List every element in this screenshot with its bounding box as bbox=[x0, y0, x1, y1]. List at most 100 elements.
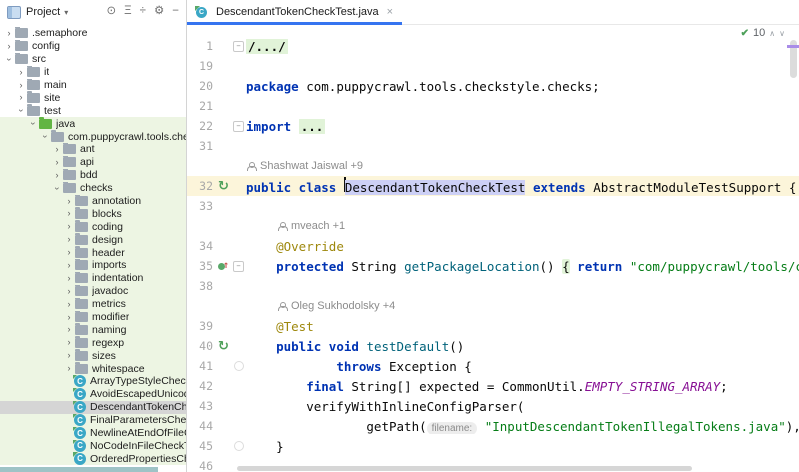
chevron-right-icon[interactable]: › bbox=[64, 197, 74, 206]
tree-item-test[interactable]: ›test bbox=[0, 104, 186, 117]
chevron-right-icon[interactable]: › bbox=[64, 248, 74, 257]
run-test-icon[interactable]: ↻ bbox=[218, 180, 229, 193]
tree-item-checks[interactable]: ›checks bbox=[0, 182, 186, 195]
chevron-right-icon[interactable]: › bbox=[64, 287, 74, 296]
tree-item-com-puppycrawl-tools-checkstyle[interactable]: ›com.puppycrawl.tools.checkstyle bbox=[0, 130, 186, 143]
chevron-right-icon[interactable]: › bbox=[64, 300, 74, 309]
code-author-inlay[interactable]: Oleg Sukhodolsky +4 bbox=[187, 296, 799, 316]
fold-marker-icon[interactable]: − bbox=[233, 261, 244, 272]
tab-descendanttokenchecktest[interactable]: C DescendantTokenCheckTest.java × bbox=[187, 0, 402, 24]
tree-item-annotation[interactable]: ›annotation bbox=[0, 195, 186, 208]
code-author-inlay[interactable]: Shashwat Jaiswal +9 bbox=[187, 156, 799, 176]
chevron-down-icon[interactable]: › bbox=[53, 183, 62, 193]
tree-item-regexp[interactable]: ›regexp bbox=[0, 336, 186, 349]
fold-zone: − bbox=[232, 121, 245, 132]
tree-item-label: ArrayTypeStyleCheckTest bbox=[90, 375, 186, 387]
next-problem-icon[interactable]: ∨ bbox=[779, 29, 785, 38]
inspections-widget[interactable]: ✔ 10 ∧ ∨ bbox=[741, 27, 785, 39]
chevron-right-icon[interactable]: › bbox=[64, 338, 74, 347]
collapse-all-icon[interactable]: ÷ bbox=[140, 6, 146, 18]
tree-item-coding[interactable]: ›coding bbox=[0, 220, 186, 233]
tree-item-java[interactable]: ›java bbox=[0, 117, 186, 130]
tree-item-naming[interactable]: ›naming bbox=[0, 323, 186, 336]
chevron-right-icon[interactable]: › bbox=[52, 158, 62, 167]
tree-item-blocks[interactable]: ›blocks bbox=[0, 207, 186, 220]
tree-item-newlineatendoffilechecktest[interactable]: CNewlineAtEndOfFileCheckTest bbox=[0, 427, 186, 440]
editor-horizontal-scrollbar[interactable] bbox=[237, 466, 692, 471]
fold-marker-icon[interactable] bbox=[234, 441, 244, 451]
chevron-right-icon[interactable]: › bbox=[16, 81, 26, 90]
tree-item-orderedpropertieschecktest[interactable]: COrderedPropertiesCheckTest bbox=[0, 452, 186, 465]
tree-item-indentation[interactable]: ›indentation bbox=[0, 272, 186, 285]
code-segment-p bbox=[477, 419, 485, 434]
chevron-down-icon[interactable]: › bbox=[29, 119, 38, 129]
folder-icon bbox=[15, 28, 28, 38]
tree-item-arraytypestylechecktest[interactable]: CArrayTypeStyleCheckTest bbox=[0, 375, 186, 388]
tree-item-sizes[interactable]: › sizes bbox=[0, 349, 186, 362]
tree-item-main[interactable]: ›main bbox=[0, 79, 186, 92]
tree-item-avoidescapedunicodecharactersche[interactable]: CAvoidEscapedUnicodeCharactersChe bbox=[0, 388, 186, 401]
tree-item-bdd[interactable]: ›bdd bbox=[0, 169, 186, 182]
tree-item-config[interactable]: ›config bbox=[0, 40, 186, 53]
tree-item-src[interactable]: ›src bbox=[0, 53, 186, 66]
prev-problem-icon[interactable]: ∧ bbox=[769, 29, 775, 38]
tree-item-header[interactable]: ›header bbox=[0, 246, 186, 259]
chevron-down-icon[interactable]: › bbox=[41, 132, 50, 142]
tree-item-javadoc[interactable]: ›javadoc bbox=[0, 285, 186, 298]
line-number: 43 bbox=[187, 399, 213, 413]
author-inlay-text: Oleg Sukhodolsky +4 bbox=[291, 300, 395, 312]
chevron-right-icon[interactable]: › bbox=[64, 351, 74, 360]
chevron-right-icon[interactable]: › bbox=[4, 42, 14, 51]
tree-item-ant[interactable]: ›ant bbox=[0, 143, 186, 156]
fold-zone: − bbox=[232, 261, 245, 272]
chevron-down-icon[interactable]: › bbox=[5, 54, 14, 64]
expand-all-icon[interactable]: Ξ bbox=[124, 6, 131, 18]
tree-item-label: metrics bbox=[92, 298, 126, 310]
code-segment-p bbox=[246, 259, 276, 274]
tree-item--semaphore[interactable]: ›.semaphore bbox=[0, 27, 186, 40]
tree-item-label: sizes bbox=[92, 350, 116, 362]
settings-icon[interactable]: ⚙ bbox=[154, 6, 164, 18]
tree-item-nocodeinfilechecktest[interactable]: CNoCodeInFileCheckTest bbox=[0, 440, 186, 453]
chevron-right-icon[interactable]: › bbox=[64, 274, 74, 283]
tree-item-whitespace[interactable]: ›whitespace bbox=[0, 362, 186, 375]
chevron-right-icon[interactable]: › bbox=[16, 93, 26, 102]
tree-item-site[interactable]: ›site bbox=[0, 91, 186, 104]
fold-marker-icon[interactable] bbox=[234, 361, 244, 371]
chevron-right-icon[interactable]: › bbox=[64, 313, 74, 322]
folder-icon bbox=[75, 235, 88, 245]
tree-item-descendanttokenchecktest[interactable]: CDescendantTokenCheckTest bbox=[0, 401, 186, 414]
tree-item-metrics[interactable]: › metrics bbox=[0, 298, 186, 311]
close-icon[interactable]: × bbox=[387, 6, 393, 18]
tree-item-finalparameterschecktest[interactable]: CFinalParametersCheckTest bbox=[0, 414, 186, 427]
hide-icon[interactable]: − bbox=[172, 6, 179, 18]
project-panel-title[interactable]: Project bbox=[26, 6, 60, 18]
overrides-method-icon[interactable]: ↑ bbox=[218, 261, 229, 271]
code-segment-k: return bbox=[577, 259, 622, 274]
code-author-inlay[interactable]: mveach +1 bbox=[187, 216, 799, 236]
code-editor[interactable]: 1−/.../1920package com.puppycrawl.tools.… bbox=[187, 25, 799, 472]
chevron-right-icon[interactable]: › bbox=[64, 222, 74, 231]
chevron-right-icon[interactable]: › bbox=[16, 68, 26, 77]
chevron-down-icon[interactable]: › bbox=[17, 106, 26, 116]
chevron-right-icon[interactable]: › bbox=[64, 325, 74, 334]
tree-item-it[interactable]: ›it bbox=[0, 66, 186, 79]
folder-icon bbox=[75, 260, 88, 270]
tree-item-imports[interactable]: ›imports bbox=[0, 259, 186, 272]
chevron-right-icon[interactable]: › bbox=[64, 235, 74, 244]
fold-marker-icon[interactable]: − bbox=[233, 121, 244, 132]
chevron-right-icon[interactable]: › bbox=[64, 364, 74, 373]
fold-marker-icon[interactable]: − bbox=[233, 41, 244, 52]
locate-icon[interactable]: ⊙ bbox=[107, 6, 117, 18]
chevron-right-icon[interactable]: › bbox=[64, 209, 74, 218]
chevron-right-icon[interactable]: › bbox=[52, 145, 62, 154]
project-dropdown-caret-icon[interactable]: ▾ bbox=[64, 8, 68, 17]
tree-item-design[interactable]: ›design bbox=[0, 233, 186, 246]
fold-zone bbox=[232, 361, 245, 371]
chevron-right-icon[interactable]: › bbox=[52, 171, 62, 180]
tree-item-api[interactable]: ›api bbox=[0, 156, 186, 169]
chevron-right-icon[interactable]: › bbox=[4, 29, 14, 38]
tree-item-modifier[interactable]: ›modifier bbox=[0, 311, 186, 324]
run-test-icon[interactable]: ↻ bbox=[218, 340, 229, 353]
chevron-right-icon[interactable]: › bbox=[64, 261, 74, 270]
